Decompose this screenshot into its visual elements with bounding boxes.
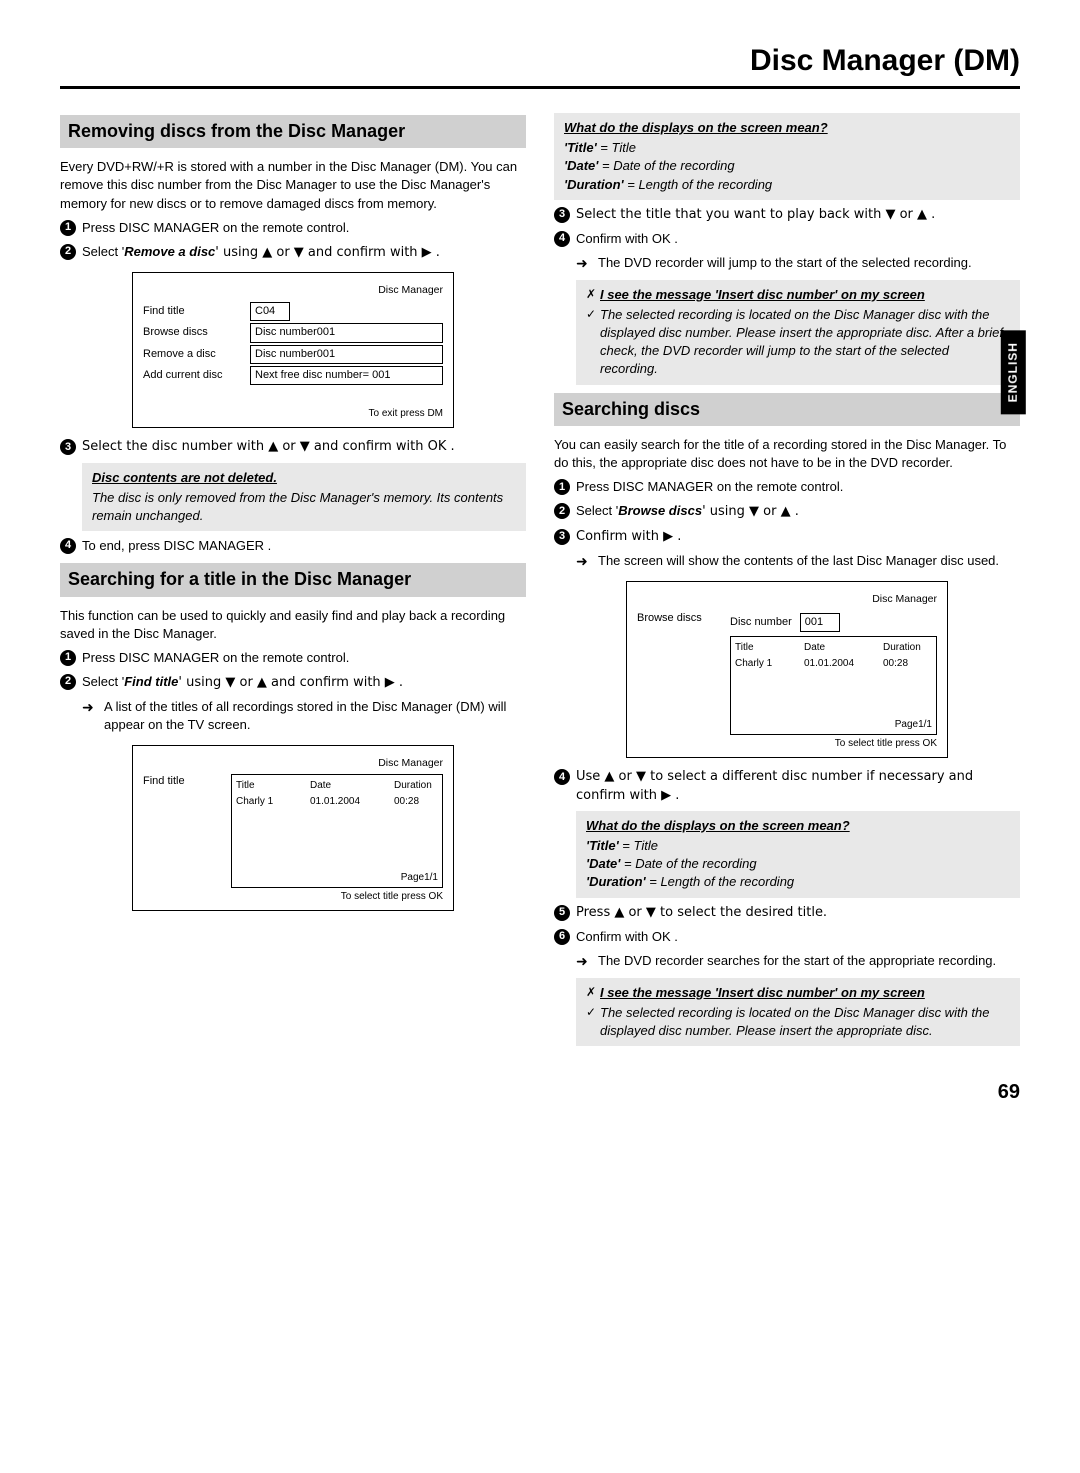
arrow-icon: ➜ — [82, 698, 100, 734]
find-step-2: Select 'Find title' using ▼ or ▲ and con… — [82, 673, 526, 692]
browse-step-5: Press ▲ or ▼ to select the desired title… — [576, 904, 1020, 922]
step-bullet-icon: 4 — [554, 231, 570, 247]
cross-icon: ✗ — [586, 984, 600, 1001]
step-1: Press DISC MANAGER on the remote control… — [82, 219, 526, 237]
page-title: Disc Manager (DM) — [60, 40, 1020, 89]
arrow-icon: ➜ — [576, 552, 594, 572]
note-displays-mean-2: What do the displays on the screen mean?… — [576, 811, 1020, 898]
step-bullet-icon: 3 — [554, 529, 570, 545]
step-bullet-icon: 1 — [554, 479, 570, 495]
note-disc-contents: Disc contents are not deleted. The disc … — [82, 463, 526, 532]
find-step-1: Press DISC MANAGER on the remote control… — [82, 649, 526, 667]
intro-removing: Every DVD+RW/+R is stored with a number … — [60, 158, 526, 213]
heading-searching-title: Searching for a title in the Disc Manage… — [60, 563, 526, 596]
right-column: What do the displays on the screen mean?… — [554, 107, 1020, 1052]
step-bullet-icon: 5 — [554, 905, 570, 921]
step-bullet-icon: 1 — [60, 650, 76, 666]
step-4: To end, press DISC MANAGER . — [82, 537, 526, 555]
osd-remove-disc: Disc Manager Find titleC04 Browse discsD… — [132, 272, 454, 428]
check-icon: ✓ — [586, 1004, 600, 1021]
note-insert-disc-2: ✗ I see the message 'Insert disc number'… — [576, 978, 1020, 1047]
osd-find-title: Disc Manager Find title TitleDateDuratio… — [132, 745, 454, 912]
step-bullet-icon: 2 — [60, 674, 76, 690]
check-icon: ✓ — [586, 306, 600, 323]
arrow-icon: ➜ — [576, 254, 594, 274]
step-3: Select the disc number with ▲ or ▼ and c… — [82, 438, 526, 456]
note-insert-disc-1: ✗ I see the message 'Insert disc number'… — [576, 280, 1020, 385]
note-displays-mean-1: What do the displays on the screen mean?… — [554, 113, 1020, 200]
step-2: Select 'Remove a disc' using ▲ or ▼ and … — [82, 243, 526, 262]
step-bullet-icon: 4 — [554, 769, 570, 785]
arrow-icon: ➜ — [576, 952, 594, 972]
heading-removing: Removing discs from the Disc Manager — [60, 115, 526, 148]
play-step-3: Select the title that you want to play b… — [576, 206, 1020, 224]
browse-step-3: Confirm with ▶ . — [576, 528, 1020, 546]
cross-icon: ✗ — [586, 286, 600, 303]
osd-header: Disc Manager — [143, 283, 443, 298]
step-bullet-icon: 1 — [60, 220, 76, 236]
browse-step-1: Press DISC MANAGER on the remote control… — [576, 478, 1020, 496]
browse-step-6-sub: The DVD recorder searches for the start … — [598, 952, 996, 972]
page-number: 69 — [60, 1078, 1020, 1106]
intro-searching-title: This function can be used to quickly and… — [60, 607, 526, 643]
step-bullet-icon: 4 — [60, 538, 76, 554]
step-bullet-icon: 3 — [554, 207, 570, 223]
intro-searching-discs: You can easily search for the title of a… — [554, 436, 1020, 472]
step-bullet-icon: 2 — [554, 503, 570, 519]
step-bullet-icon: 3 — [60, 439, 76, 455]
left-column: Removing discs from the Disc Manager Eve… — [60, 107, 526, 1052]
step-bullet-icon: 2 — [60, 244, 76, 260]
osd-browse-discs: Disc Manager Browse discs Disc number001… — [626, 581, 948, 758]
heading-searching-discs: Searching discs — [554, 393, 1020, 426]
browse-step-3-sub: The screen will show the contents of the… — [598, 552, 999, 572]
browse-step-4: Use ▲ or ▼ to select a different disc nu… — [576, 768, 1020, 804]
language-tab: ENGLISH — [1001, 330, 1026, 414]
play-step-4-sub: The DVD recorder will jump to the start … — [598, 254, 972, 274]
step-bullet-icon: 6 — [554, 929, 570, 945]
browse-step-2: Select 'Browse discs' using ▼ or ▲ . — [576, 502, 1020, 521]
find-step-2-sub: A list of the titles of all recordings s… — [104, 698, 526, 734]
browse-step-6: Confirm with OK . — [576, 928, 1020, 946]
play-step-4: Confirm with OK . — [576, 230, 1020, 248]
